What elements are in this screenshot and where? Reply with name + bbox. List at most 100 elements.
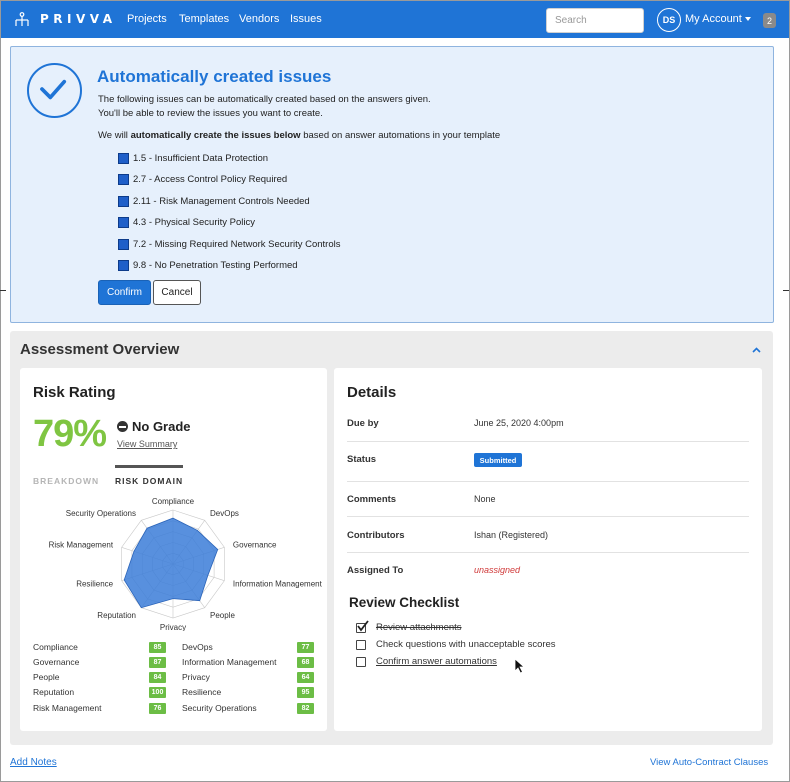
mouse-cursor-icon: [514, 658, 525, 674]
assigned-to-value[interactable]: unassigned: [474, 565, 520, 575]
radar-data-area: [123, 517, 219, 609]
due-by-label: Due by: [347, 418, 379, 429]
tab-breakdown[interactable]: BREAKDOWN: [33, 476, 99, 486]
issue-item[interactable]: 9.8 - No Penetration Testing Performed: [118, 259, 298, 272]
radar-axis-label: Reputation: [97, 611, 136, 620]
my-account-label: My Account: [685, 13, 742, 25]
grade-label: No Grade: [117, 419, 191, 434]
score-label: Security Operations: [182, 703, 257, 713]
confirm-button[interactable]: Confirm: [98, 280, 151, 305]
score-badge: 95: [297, 687, 314, 698]
score-label: Risk Management: [33, 703, 102, 713]
radar-axis-label: Governance: [233, 541, 277, 550]
score-label: Reputation: [33, 687, 75, 697]
issue-item[interactable]: 2.11 - Risk Management Controls Needed: [118, 195, 310, 208]
row-divider: [347, 481, 749, 482]
notification-count-badge[interactable]: 2: [763, 13, 776, 28]
alert-description-2: You'll be able to review the issues you …: [98, 108, 323, 119]
my-account-menu[interactable]: My Account: [685, 13, 751, 25]
issue-item[interactable]: 7.2 - Missing Required Network Security …: [118, 238, 341, 251]
alert-description-1: The following issues can be automaticall…: [98, 94, 431, 105]
issue-item[interactable]: 1.5 - Insufficient Data Protection: [118, 152, 268, 165]
score-badge: 76: [149, 703, 166, 714]
radar-axis-label: Compliance: [152, 497, 195, 506]
radar-axis-label: People: [210, 611, 235, 620]
alert-description-3: We will automatically create the issues …: [98, 130, 501, 141]
nav-link-projects[interactable]: Projects: [127, 13, 167, 25]
row-divider: [347, 552, 749, 553]
assessment-overview-panel: Assessment Overview Risk Rating 79% No G…: [10, 331, 773, 745]
issue-item[interactable]: 2.7 - Access Control Policy Required: [118, 173, 287, 186]
caret-down-icon: [744, 17, 751, 22]
assigned-to-label: Assigned To: [347, 565, 404, 576]
checkbox-checked-icon[interactable]: [118, 174, 129, 185]
search-input[interactable]: Search: [546, 8, 644, 33]
risk-rating-title: Risk Rating: [33, 384, 116, 401]
score-badge: 85: [149, 642, 166, 653]
status-label: Status: [347, 454, 377, 465]
checkbox-checked-icon[interactable]: [118, 196, 129, 207]
contributors-value: Ishan (Registered): [474, 530, 549, 540]
divider-tick: [783, 290, 789, 291]
minus-circle-icon: [117, 421, 128, 432]
score-badge: 68: [297, 657, 314, 668]
auto-issues-alert: Automatically created issues The followi…: [10, 46, 774, 323]
status-badge: Submitted: [474, 453, 522, 467]
nav-link-templates[interactable]: Templates: [179, 13, 229, 25]
nav-link-vendors[interactable]: Vendors: [239, 13, 279, 25]
checkbox-icon[interactable]: [356, 656, 366, 667]
score-label: Resilience: [182, 687, 222, 697]
check-circle-icon: [27, 63, 82, 118]
issue-item[interactable]: 4.3 - Physical Security Policy: [118, 216, 255, 229]
chevron-up-icon[interactable]: [752, 347, 761, 353]
add-notes-link[interactable]: Add Notes: [10, 757, 57, 768]
checkbox-checked-icon[interactable]: [118, 239, 129, 250]
radar-axis-label: Privacy: [160, 623, 186, 631]
score-badge: 87: [149, 657, 166, 668]
score-badge: 84: [149, 672, 166, 683]
checkbox-checked-icon[interactable]: [356, 619, 369, 633]
org-chart-logo-icon: [15, 12, 29, 26]
score-badge: 100: [149, 687, 166, 698]
checkbox-checked-icon[interactable]: [118, 217, 129, 228]
risk-rating-card: Risk Rating 79% No Grade View Summary BR…: [20, 368, 327, 731]
due-by-value: June 25, 2020 4:00pm: [474, 418, 564, 428]
checklist-item[interactable]: Confirm answer automations: [356, 656, 497, 667]
contributors-label: Contributors: [347, 530, 405, 541]
active-tab-indicator: [115, 465, 183, 468]
view-summary-link[interactable]: View Summary: [117, 439, 177, 449]
radar-axis-label: Resilience: [76, 580, 113, 589]
checklist-item[interactable]: Check questions with unacceptable scores: [356, 639, 556, 650]
checkbox-checked-icon[interactable]: [118, 153, 129, 164]
radar-axis-label: Information Management: [233, 580, 323, 589]
nav-link-issues[interactable]: Issues: [290, 13, 322, 25]
score-label: Information Management: [182, 657, 277, 667]
details-card: Details Due by June 25, 2020 4:00pm Stat…: [334, 368, 762, 731]
score-badge: 64: [297, 672, 314, 683]
row-divider: [347, 441, 749, 442]
avatar[interactable]: DS: [657, 8, 681, 32]
score-label: Governance: [33, 657, 80, 667]
radar-axis-label: Security Operations: [66, 509, 136, 518]
score-label: People: [33, 672, 60, 682]
checkbox-checked-icon[interactable]: [118, 260, 129, 271]
section-title: Assessment Overview: [20, 341, 180, 358]
checklist-item[interactable]: Review attachments: [356, 619, 462, 633]
top-navbar: PRIVVA Projects Templates Vendors Issues…: [1, 1, 789, 38]
radar-axis-label: Risk Management: [49, 541, 114, 550]
cancel-button[interactable]: Cancel: [153, 280, 201, 305]
review-checklist-title: Review Checklist: [349, 595, 460, 610]
score-badge: 82: [297, 703, 314, 714]
tab-risk-domain[interactable]: RISK DOMAIN: [115, 476, 183, 486]
auto-contract-link[interactable]: View Auto-Contract Clauses: [650, 757, 768, 768]
score-label: Compliance: [33, 642, 78, 652]
risk-radar-chart: Compliance DevOps Governance Information Ma…: [49, 497, 323, 631]
brand-logo-text[interactable]: PRIVVA: [40, 12, 117, 26]
score-label: DevOps: [182, 642, 213, 652]
comments-label: Comments: [347, 494, 397, 505]
alert-title: Automatically created issues: [97, 67, 332, 86]
checkbox-icon[interactable]: [356, 639, 366, 650]
row-divider: [347, 516, 749, 517]
score-label: Privacy: [182, 672, 210, 682]
details-title: Details: [347, 384, 397, 401]
